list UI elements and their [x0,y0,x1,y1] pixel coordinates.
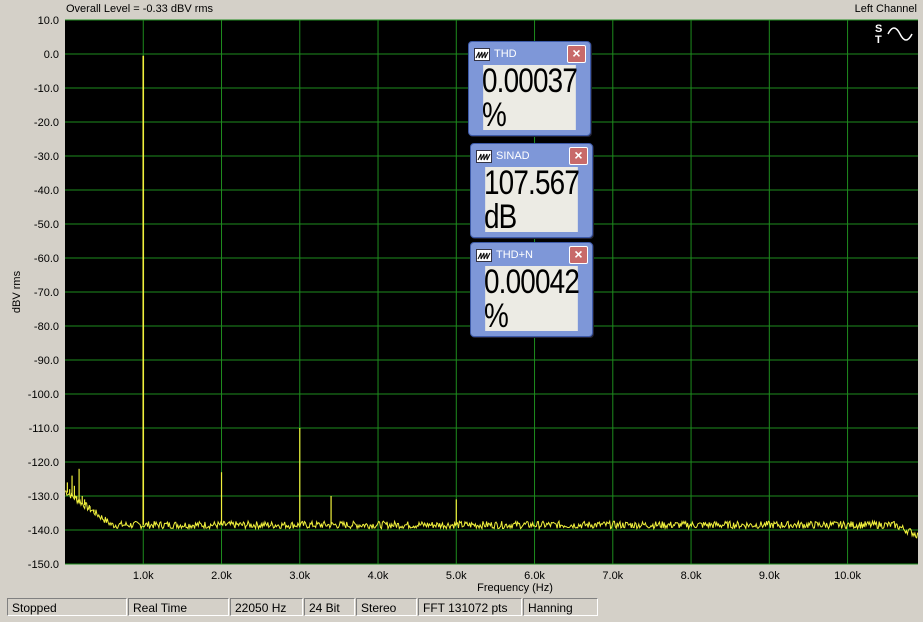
y-tick-label: -70.0 [34,287,59,299]
x-axis-label: Frequency (Hz) [477,582,553,594]
x-tick-label: 7.0k [602,570,623,582]
stereo-signal-icon[interactable]: S T [874,22,916,44]
y-tick-label: -30.0 [34,151,59,163]
svg-text:T: T [875,34,882,44]
sinad-meter-title: SINAD [496,150,530,162]
meter-icon [476,249,492,262]
y-tick-label: -140.0 [28,525,59,537]
y-tick-label: -130.0 [28,491,59,503]
x-tick-label: 1.0k [133,570,154,582]
analyzer-window: dBV rms 10.0 0.0 -10.0 -20.0 -30.0 -40.0 -50.0… [0,0,923,622]
sinad-meter-window[interactable]: SINAD × 107.567 dB [470,143,593,238]
x-tick-label: 6.0k [524,570,545,582]
channel-label: Left Channel [854,3,917,15]
sinad-meter-titlebar[interactable]: SINAD × [474,147,589,165]
x-tick-label: 5.0k [446,570,467,582]
x-tick-label: 2.0k [211,570,232,582]
x-tick-label: 4.0k [368,570,389,582]
status-bar: Stopped Real Time 22050 Hz 24 Bit Stereo… [0,596,923,622]
y-tick-label: -50.0 [34,219,59,231]
y-tick-label: -10.0 [34,83,59,95]
y-tick-label: -20.0 [34,117,59,129]
status-mode: Real Time [128,598,229,616]
y-tick-label: -90.0 [34,355,59,367]
thdn-meter-titlebar[interactable]: THD+N × [474,246,589,264]
thd-meter-window[interactable]: THD × 0.00037 % [468,41,591,136]
meter-icon [476,150,492,163]
status-fft: FFT 131072 pts [418,598,522,616]
thd-meter-title: THD [494,48,517,60]
y-tick-label: 10.0 [38,15,59,27]
y-tick-label: 0.0 [44,49,59,61]
y-tick-label: -60.0 [34,253,59,265]
spectrum-chart: dBV rms 10.0 0.0 -10.0 -20.0 -30.0 -40.0 -50.0… [11,15,919,594]
sinad-value: 107.567 dB [483,163,580,236]
thdn-meter-title: THD+N [496,249,533,261]
x-tick-label: 9.0k [759,570,780,582]
thd-value: 0.00037 % [481,61,578,134]
y-tick-label: -110.0 [29,423,59,435]
status-channels: Stereo [356,598,417,616]
y-tick-label: -100.0 [28,389,59,401]
overall-level-readout: Overall Level = -0.33 dBV rms [66,3,214,15]
close-icon[interactable]: × [569,147,588,165]
thdn-value: 0.00042 % [483,262,580,335]
y-tick-label: -40.0 [34,185,59,197]
y-axis-label: dBV rms [11,270,23,313]
status-bits: 24 Bit [304,598,355,616]
x-tick-label: 10.0k [834,570,861,582]
y-tick-label: -120.0 [28,457,59,469]
close-icon[interactable]: × [569,246,588,264]
thd-meter-titlebar[interactable]: THD × [472,45,587,63]
status-state: Stopped [7,598,127,616]
y-tick-label: -80.0 [34,321,59,333]
thdn-meter-window[interactable]: THD+N × 0.00042 % [470,242,593,337]
y-tick-label: -150.0 [28,559,59,571]
meter-icon [474,48,490,61]
close-icon[interactable]: × [567,45,586,63]
status-window: Hanning [523,598,598,616]
x-tick-label: 3.0k [289,570,310,582]
x-tick-label: 8.0k [681,570,702,582]
status-rate: 22050 Hz [230,598,303,616]
